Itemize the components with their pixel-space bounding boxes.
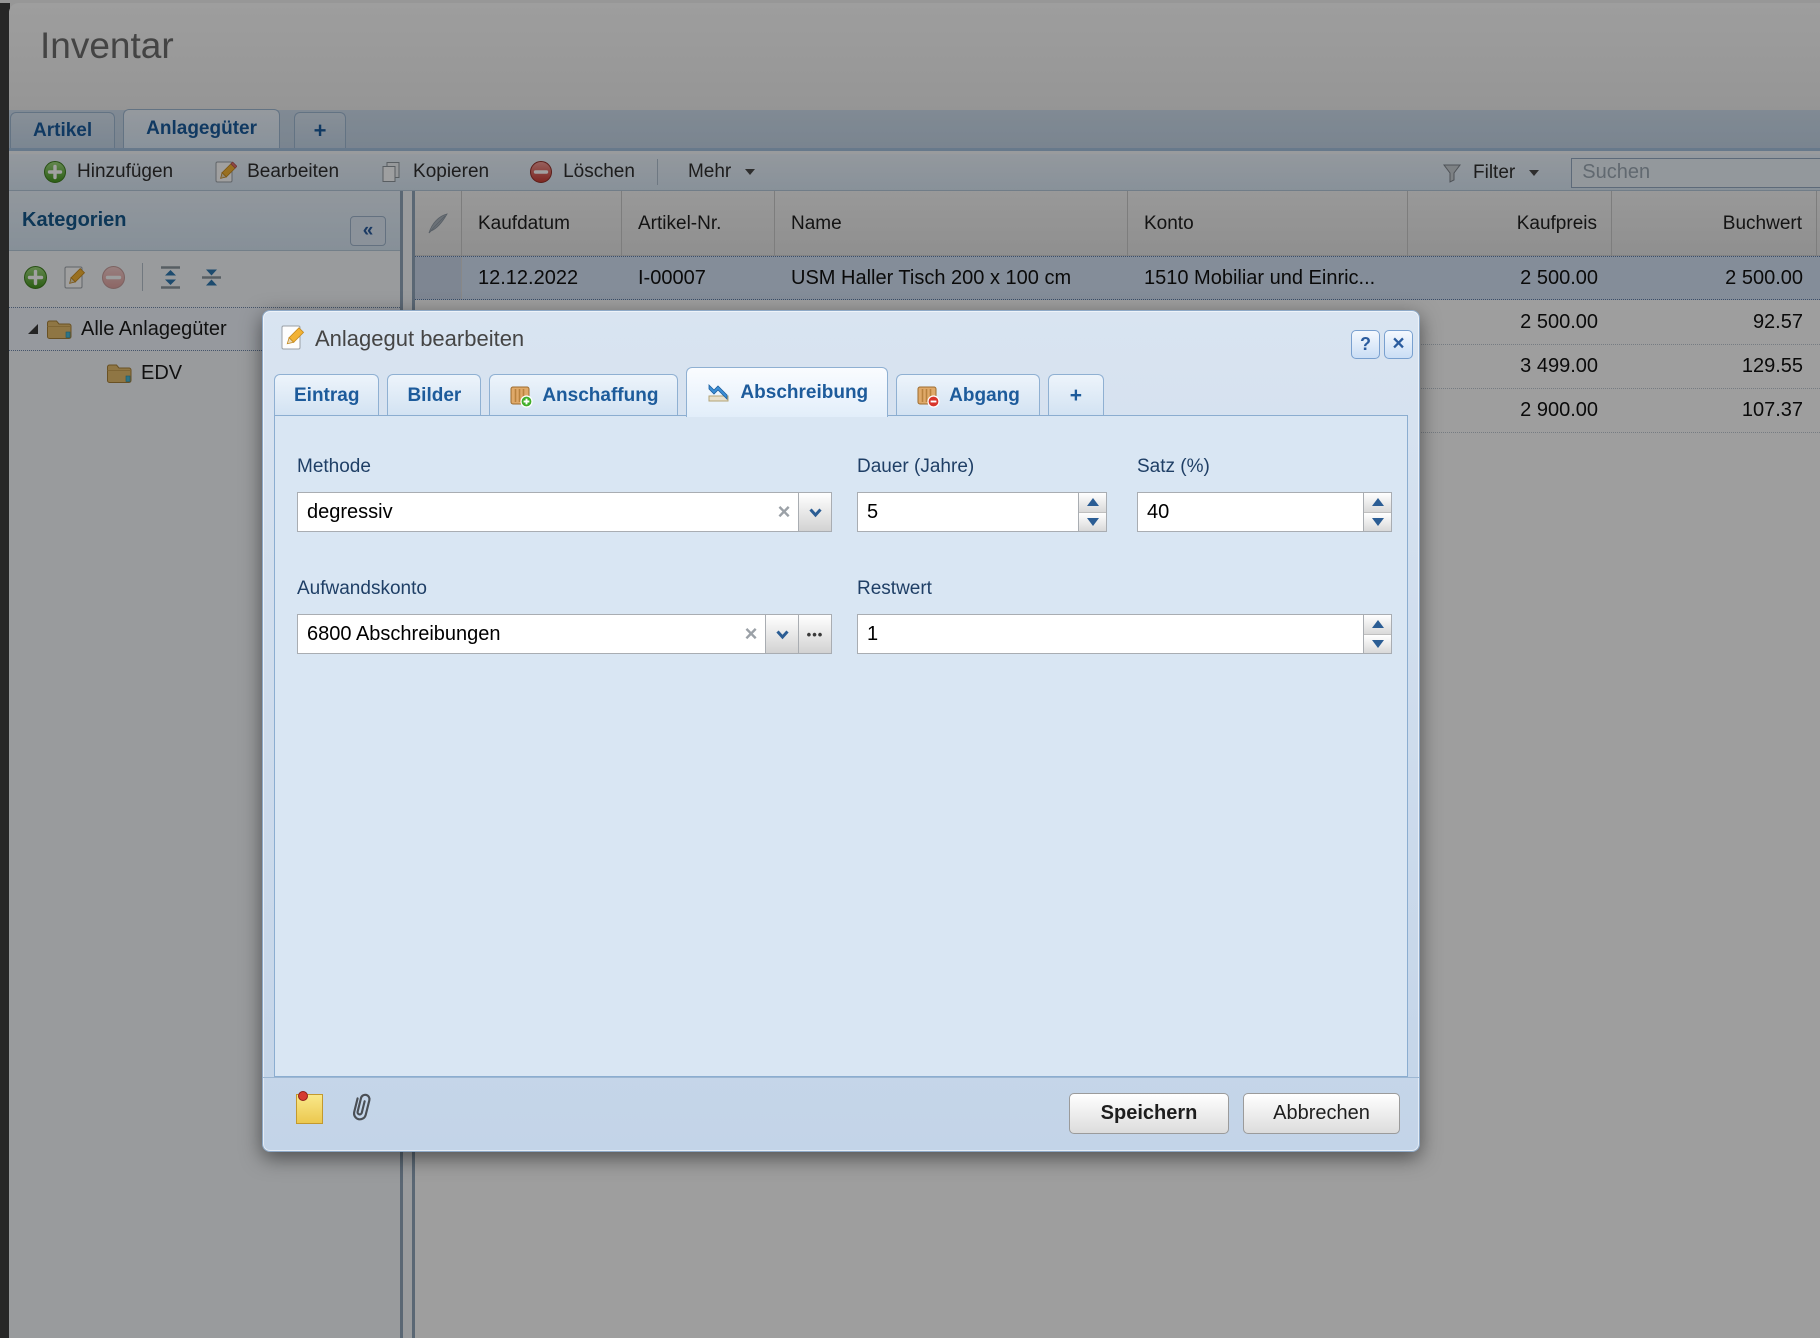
spinner-up-button[interactable] (1079, 493, 1106, 513)
spinner-down-button[interactable] (1079, 513, 1106, 532)
tab-bilder[interactable]: Bilder (387, 374, 481, 416)
note-icon[interactable] (296, 1094, 323, 1124)
aufwandskonto-combobox: × ••• (297, 614, 832, 654)
satz-spinner-field (1137, 492, 1392, 532)
cancel-button[interactable]: Abbrechen (1243, 1093, 1400, 1134)
dialog-title: Anlagegut bearbeiten (315, 326, 524, 352)
dialog-tabbar: Eintrag Bilder Anschaffung Abschreibung … (274, 367, 1408, 416)
pencil-icon (279, 324, 306, 356)
spinner (1078, 493, 1106, 531)
restwert-input[interactable] (858, 615, 1363, 653)
edit-asset-dialog: Anlagegut bearbeiten ? × Eintrag Bilder … (262, 310, 1420, 1152)
tab-abschreibung[interactable]: Abschreibung (686, 367, 888, 417)
crate-remove-icon (916, 384, 940, 408)
help-button[interactable]: ? (1351, 330, 1380, 359)
tab-abgang[interactable]: Abgang (896, 374, 1040, 416)
spinner-down-button[interactable] (1364, 513, 1391, 532)
paperclip-icon[interactable] (347, 1090, 375, 1129)
spinner (1363, 615, 1391, 653)
chart-decline-icon (706, 381, 731, 404)
add-dialog-tab-button[interactable]: + (1048, 374, 1104, 416)
clear-icon[interactable]: × (770, 493, 798, 531)
methode-label: Methode (297, 456, 371, 478)
arrow-up-icon (1087, 498, 1099, 506)
arrow-up-icon (1372, 498, 1384, 506)
clear-icon[interactable]: × (737, 615, 765, 653)
spinner-up-button[interactable] (1364, 615, 1391, 635)
close-button[interactable]: × (1384, 330, 1413, 359)
dropdown-trigger[interactable] (765, 615, 798, 653)
methode-input[interactable] (298, 493, 770, 531)
dialog-footer: Speichern Abbrechen (263, 1077, 1419, 1151)
satz-label: Satz (%) (1137, 456, 1210, 478)
arrow-down-icon (1087, 518, 1099, 526)
tab-anschaffung[interactable]: Anschaffung (489, 374, 678, 416)
arrow-down-icon (1372, 640, 1384, 648)
aufwandskonto-label: Aufwandskonto (297, 578, 427, 600)
tab-eintrag[interactable]: Eintrag (274, 374, 379, 416)
spinner-down-button[interactable] (1364, 635, 1391, 654)
restwert-spinner-field (857, 614, 1392, 654)
save-button[interactable]: Speichern (1069, 1093, 1229, 1134)
spinner (1363, 493, 1391, 531)
dialog-content: Methode × Dauer (Jahre) Satz (%) Aufwand… (274, 415, 1408, 1077)
dialog-titlebar[interactable]: Anlagegut bearbeiten ? × (263, 311, 1419, 366)
restwert-label: Restwert (857, 578, 932, 600)
dropdown-trigger[interactable] (798, 493, 831, 531)
crate-add-icon (509, 384, 533, 408)
arrow-down-icon (1372, 518, 1384, 526)
aufwandskonto-input[interactable] (298, 615, 737, 653)
spinner-up-button[interactable] (1364, 493, 1391, 513)
methode-combobox: × (297, 492, 832, 532)
dauer-input[interactable] (858, 493, 1078, 531)
arrow-up-icon (1372, 620, 1384, 628)
dauer-label: Dauer (Jahre) (857, 456, 974, 478)
dauer-spinner-field (857, 492, 1107, 532)
satz-input[interactable] (1138, 493, 1363, 531)
browse-trigger[interactable]: ••• (798, 615, 831, 653)
